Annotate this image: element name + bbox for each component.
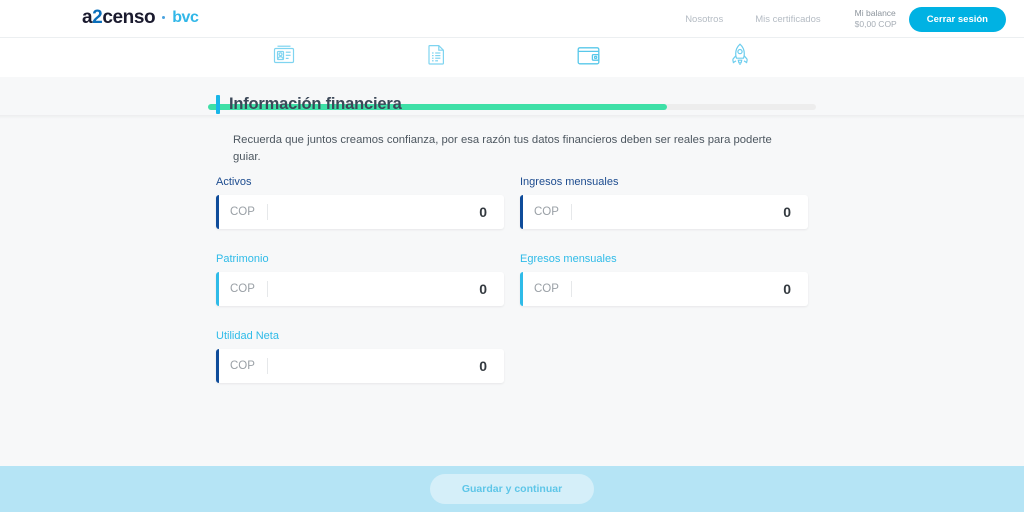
field-patrimonio-input[interactable]: COP 0 xyxy=(216,272,504,306)
footer-bar: Guardar y continuar xyxy=(0,466,1024,512)
title-accent-bar xyxy=(216,95,220,114)
field-row-3-spacer xyxy=(520,330,808,383)
field-row-1: Activos COP 0 Ingresos mensuales COP 0 xyxy=(216,176,816,229)
bvc-logo-text: bvc xyxy=(172,8,199,26)
field-egresos-mensuales-input[interactable]: COP 0 xyxy=(520,272,808,306)
field-patrimonio-label: Patrimonio xyxy=(216,253,269,265)
field-utilidad-neta-value[interactable]: 0 xyxy=(268,358,504,374)
tab-informacion-financiera[interactable] xyxy=(512,38,664,71)
page-title-text: Información financiera xyxy=(229,95,402,113)
brand-logo[interactable]: a2censo bvc xyxy=(82,7,199,28)
field-row-3: Utilidad Neta COP 0 xyxy=(216,330,816,383)
tabbar-shadow xyxy=(0,115,1024,119)
nav-nosotros[interactable]: Nosotros xyxy=(669,14,739,25)
field-ingresos-mensuales-label: Ingresos mensuales xyxy=(520,176,619,188)
balance-label: Mi balance xyxy=(854,8,896,19)
field-egresos-mensuales-value[interactable]: 0 xyxy=(572,281,808,297)
field-patrimonio-currency: COP xyxy=(219,281,268,297)
logo-separator-dot xyxy=(162,16,166,19)
field-patrimonio-value[interactable]: 0 xyxy=(268,281,504,297)
field-activos-value[interactable]: 0 xyxy=(268,204,504,220)
field-utilidad-neta-currency: COP xyxy=(219,358,268,374)
field-activos: Activos COP 0 xyxy=(216,176,504,229)
field-patrimonio: Patrimonio COP 0 xyxy=(216,253,504,306)
field-egresos-mensuales: Egresos mensuales COP 0 xyxy=(520,253,808,306)
wallet-icon xyxy=(577,45,600,65)
field-row-2: Patrimonio COP 0 Egresos mensuales COP 0 xyxy=(216,253,816,306)
balance-widget[interactable]: Mi balance $0,00 COP xyxy=(837,8,909,29)
logout-button[interactable]: Cerrar sesión xyxy=(908,6,1006,32)
rocket-icon xyxy=(731,43,749,66)
field-ingresos-mensuales-input[interactable]: COP 0 xyxy=(520,195,808,229)
field-ingresos-mensuales: Ingresos mensuales COP 0 xyxy=(520,176,808,229)
document-icon xyxy=(427,44,445,66)
balance-value: $0,00 COP xyxy=(854,19,897,29)
field-utilidad-neta-input[interactable]: COP 0 xyxy=(216,349,504,383)
field-ingresos-mensuales-currency: COP xyxy=(523,204,572,220)
id-card-icon xyxy=(273,45,295,64)
field-utilidad-neta: Utilidad Neta COP 0 xyxy=(216,330,504,383)
field-utilidad-neta-label: Utilidad Neta xyxy=(216,330,279,342)
financial-fields-grid: Activos COP 0 Ingresos mensuales COP 0 P… xyxy=(216,176,816,407)
field-egresos-mensuales-currency: COP xyxy=(523,281,572,297)
stepper-bar xyxy=(0,38,1024,119)
header-right-group: Nosotros Mis certificados Mi balance $0,… xyxy=(669,0,1006,38)
field-activos-label: Activos xyxy=(216,176,252,188)
save-and-continue-button[interactable]: Guardar y continuar xyxy=(429,474,595,504)
field-ingresos-mensuales-value[interactable]: 0 xyxy=(572,204,808,220)
field-activos-currency: COP xyxy=(219,204,268,220)
logo-accent-digit: 2 xyxy=(92,7,103,28)
page-description: Recuerda que juntos creamos confianza, p… xyxy=(233,134,772,164)
a2censo-logo-text: a2censo xyxy=(82,7,156,28)
stepper-tabs xyxy=(208,38,816,71)
nav-mis-certificados[interactable]: Mis certificados xyxy=(739,14,836,25)
tab-datos-personales[interactable] xyxy=(208,38,360,71)
page-root: a2censo bvc Nosotros Mis certificados Mi… xyxy=(0,0,1024,512)
top-header: a2censo bvc Nosotros Mis certificados Mi… xyxy=(0,0,1024,38)
tab-documentos[interactable] xyxy=(360,38,512,71)
tab-finalizar[interactable] xyxy=(664,38,816,71)
field-activos-input[interactable]: COP 0 xyxy=(216,195,504,229)
field-egresos-mensuales-label: Egresos mensuales xyxy=(520,253,617,265)
page-title: Información financiera xyxy=(216,95,402,114)
